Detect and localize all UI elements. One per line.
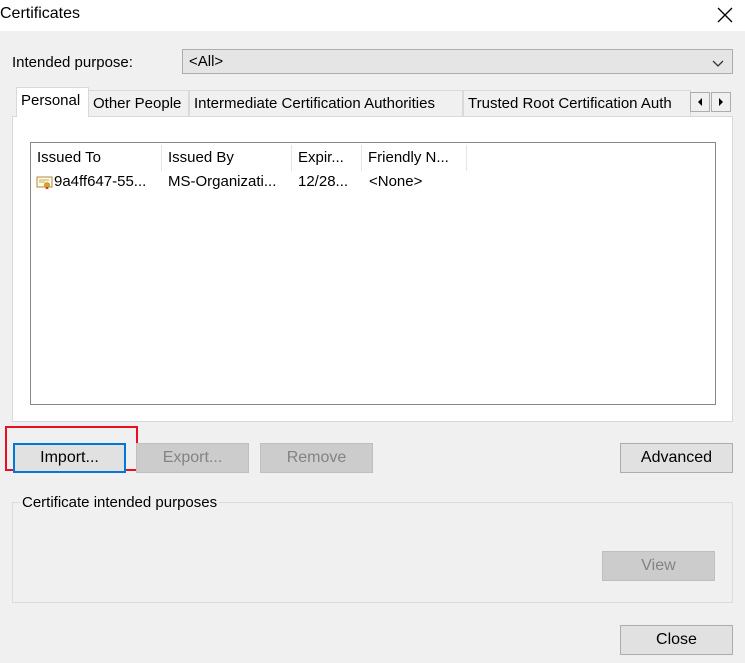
chevron-down-icon xyxy=(712,56,724,67)
certificate-list[interactable]: Issued To Issued By Expir... Friendly N.… xyxy=(30,142,716,405)
intended-purposes-label: Certificate intended purposes xyxy=(20,494,220,511)
arrow-right-icon xyxy=(719,98,723,106)
tab-trusted-root-ca[interactable]: Trusted Root Certification Auth xyxy=(463,90,691,116)
tab-personal[interactable]: Personal xyxy=(16,87,89,117)
remove-button[interactable]: Remove xyxy=(260,443,373,473)
arrow-left-icon xyxy=(698,98,702,106)
intended-purpose-select[interactable]: <All> xyxy=(182,49,733,74)
view-button[interactable]: View xyxy=(602,551,715,581)
tab-other-people[interactable]: Other People xyxy=(88,90,189,116)
cell-issued-by: MS-Organizati... xyxy=(168,173,277,190)
cell-friendly-name: <None> xyxy=(369,173,423,190)
tab-intermediate-ca[interactable]: Intermediate Certification Authorities xyxy=(189,90,463,116)
import-button[interactable]: Import... xyxy=(13,443,126,473)
cell-expiration: 12/28... xyxy=(298,173,349,190)
title-bar xyxy=(0,0,745,31)
intended-purpose-value: <All> xyxy=(189,53,224,70)
column-header-expiration[interactable]: Expir... xyxy=(292,145,362,171)
window-title: Certificates xyxy=(0,5,81,22)
tab-scroll-arrows xyxy=(690,92,732,112)
column-header-friendly-name[interactable]: Friendly N... xyxy=(362,145,467,171)
certificate-icon xyxy=(36,174,54,190)
advanced-button[interactable]: Advanced xyxy=(620,443,733,473)
close-icon[interactable] xyxy=(713,3,737,27)
tab-scroll-left-button[interactable] xyxy=(690,92,710,112)
intended-purpose-label: Intended purpose: xyxy=(12,54,133,71)
column-header-issued-by[interactable]: Issued By xyxy=(162,145,292,171)
tab-scroll-right-button[interactable] xyxy=(711,92,731,112)
close-button[interactable]: Close xyxy=(620,625,733,655)
export-button[interactable]: Export... xyxy=(136,443,249,473)
cell-issued-to: 9a4ff647-55... xyxy=(54,173,147,190)
column-header-issued-to[interactable]: Issued To xyxy=(31,145,162,171)
